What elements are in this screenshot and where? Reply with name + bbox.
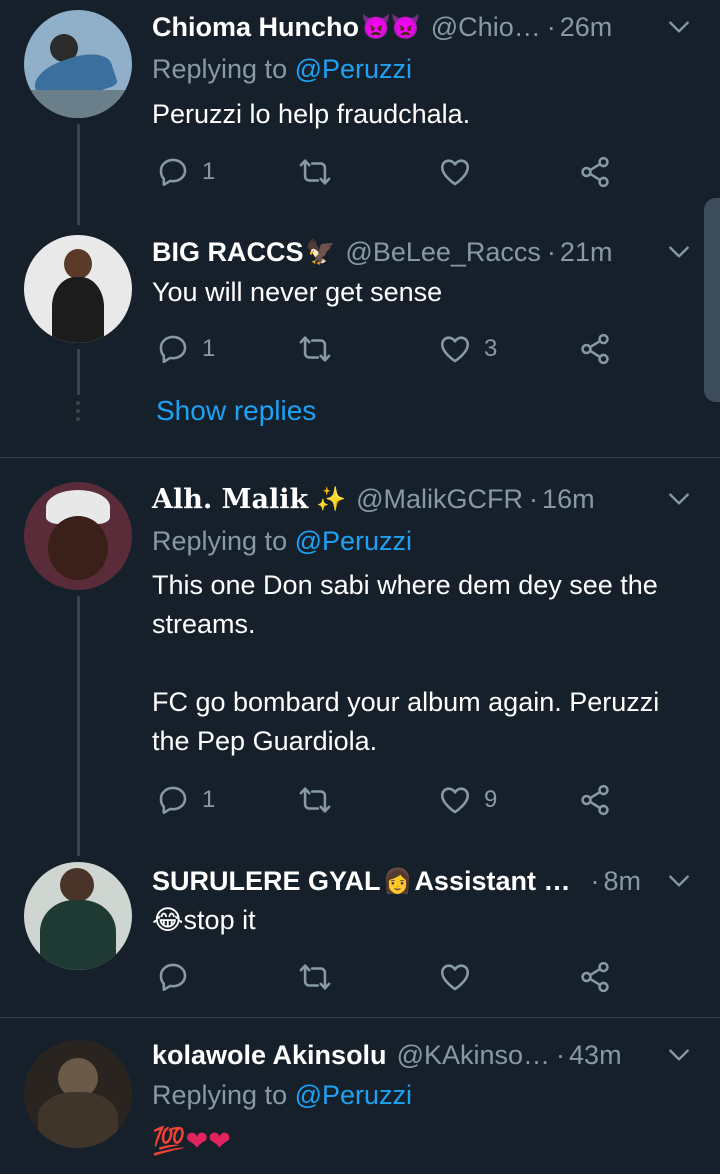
avatar[interactable] <box>24 10 132 118</box>
reply-button[interactable]: 1 <box>156 782 215 818</box>
replying-to: Replying to @Peruzzi <box>152 54 413 84</box>
like-button[interactable]: 3 <box>438 331 497 367</box>
user-handle[interactable]: @KAkinso… <box>397 1040 550 1071</box>
mention-link[interactable]: @Peruzzi <box>295 526 412 556</box>
display-name[interactable]: Alh. Malik <box>152 484 308 515</box>
timestamp[interactable]: 21m <box>560 237 613 268</box>
retweet-icon <box>298 155 332 189</box>
tweet-header: Chioma Huncho 👿👿 @Chio… · 26m <box>152 10 692 44</box>
display-name[interactable]: BIG RACCS <box>152 237 304 268</box>
retweet-icon <box>298 960 332 994</box>
tweet-header: Alh. Malik ✨ @MalikGCFR · 16m <box>152 482 692 516</box>
share-icon <box>578 155 612 189</box>
tweet-actions <box>156 959 626 995</box>
like-button[interactable] <box>438 959 472 995</box>
heart-icon <box>438 155 472 189</box>
name-emoji: ✨ <box>316 485 347 513</box>
show-replies-link[interactable]: Show replies <box>156 395 316 427</box>
tweet-actions: 1 9 <box>156 782 626 818</box>
name-emoji: 👩 <box>382 867 413 895</box>
retweet-icon <box>298 332 332 366</box>
tweet-header: BIG RACCS 🦅 @BeLee_Raccs · 21m <box>152 235 692 269</box>
mention-link[interactable]: @Peruzzi <box>295 54 412 84</box>
share-button[interactable] <box>578 782 612 818</box>
replying-to: Replying to @Peruzzi <box>152 1080 413 1110</box>
avatar[interactable] <box>24 235 132 343</box>
tweet-text: 😂stop it <box>152 905 256 935</box>
retweet-icon <box>298 783 332 817</box>
display-name[interactable]: kolawole Akinsolu <box>152 1040 387 1071</box>
tweet-text: This one Don sabi where dem dey see the … <box>152 570 660 756</box>
replying-to: Replying to @Peruzzi <box>152 526 413 556</box>
reply-icon <box>156 960 190 994</box>
chevron-down-icon[interactable] <box>666 486 692 512</box>
tweet-text: 💯❤❤ <box>152 1126 231 1156</box>
reply-icon <box>156 332 190 366</box>
tweet[interactable]: SURULERE GYAL 👩 Assistant … · 8m 😂stop i… <box>0 856 720 1017</box>
thread-line <box>77 596 80 856</box>
name-emoji: 🦅 <box>305 238 336 266</box>
heart-icon <box>438 783 472 817</box>
chevron-down-icon[interactable] <box>666 14 692 40</box>
timestamp[interactable]: 43m <box>569 1040 622 1071</box>
tweet-actions: 1 <box>156 154 626 190</box>
display-name[interactable]: SURULERE GYAL <box>152 866 381 897</box>
tweet-actions: 1 3 <box>156 331 626 367</box>
name-emoji: 👿👿 <box>361 13 421 41</box>
avatar[interactable] <box>24 1040 132 1148</box>
mention-link[interactable]: @Peruzzi <box>295 1080 412 1110</box>
tweet-text: Peruzzi lo help fraudchala. <box>152 99 471 129</box>
share-button[interactable] <box>578 959 612 995</box>
share-icon <box>578 960 612 994</box>
retweet-button[interactable] <box>298 154 332 190</box>
reply-icon <box>156 155 190 189</box>
tweet[interactable]: BIG RACCS 🦅 @BeLee_Raccs · 21m You will … <box>0 225 720 457</box>
chevron-down-icon[interactable] <box>666 1042 692 1068</box>
tweet[interactable]: Alh. Malik ✨ @MalikGCFR · 16m Replying t… <box>0 458 720 856</box>
retweet-button[interactable] <box>298 331 332 367</box>
heart-icon <box>438 960 472 994</box>
chevron-down-icon[interactable] <box>666 868 692 894</box>
avatar[interactable] <box>24 862 132 970</box>
timestamp[interactable]: 26m <box>560 12 613 43</box>
share-button[interactable] <box>578 154 612 190</box>
like-button[interactable] <box>438 154 472 190</box>
share-icon <box>578 783 612 817</box>
user-handle[interactable]: @MalikGCFR <box>356 484 523 515</box>
tweet-header: SURULERE GYAL 👩 Assistant … · 8m <box>152 864 692 898</box>
display-name[interactable]: Chioma Huncho <box>152 12 359 43</box>
timestamp[interactable]: 16m <box>542 484 595 515</box>
timestamp[interactable]: 8m <box>603 866 641 897</box>
chevron-down-icon[interactable] <box>666 239 692 265</box>
reply-count: 1 <box>202 158 216 185</box>
share-icon <box>578 332 612 366</box>
reply-button[interactable]: 1 <box>156 154 215 190</box>
user-handle[interactable]: @Chio… <box>431 12 541 43</box>
scrollbar-handle[interactable] <box>704 198 720 402</box>
reply-count: 1 <box>202 335 216 362</box>
like-count: 3 <box>484 335 498 362</box>
thread-line <box>77 349 80 395</box>
reply-button[interactable]: 1 <box>156 331 215 367</box>
reply-count: 1 <box>202 786 216 813</box>
display-name-suffix: Assistant … <box>414 865 571 896</box>
retweet-button[interactable] <box>298 782 332 818</box>
avatar[interactable] <box>24 482 132 590</box>
reply-icon <box>156 783 190 817</box>
like-button[interactable]: 9 <box>438 782 497 818</box>
retweet-button[interactable] <box>298 959 332 995</box>
heart-icon <box>438 332 472 366</box>
reply-button[interactable] <box>156 959 190 995</box>
user-handle[interactable]: @BeLee_Raccs <box>345 237 541 268</box>
tweet[interactable]: kolawole Akinsolu @KAkinso… · 43m Replyi… <box>0 1018 720 1174</box>
like-count: 9 <box>484 786 498 813</box>
tweet[interactable]: Chioma Huncho 👿👿 @Chio… · 26m Replying t… <box>0 0 720 225</box>
thread-line <box>77 124 80 225</box>
tweet-text: You will never get sense <box>152 277 443 307</box>
share-button[interactable] <box>578 331 612 367</box>
tweet-header: kolawole Akinsolu @KAkinso… · 43m <box>152 1038 692 1072</box>
thread-dots <box>76 401 80 425</box>
